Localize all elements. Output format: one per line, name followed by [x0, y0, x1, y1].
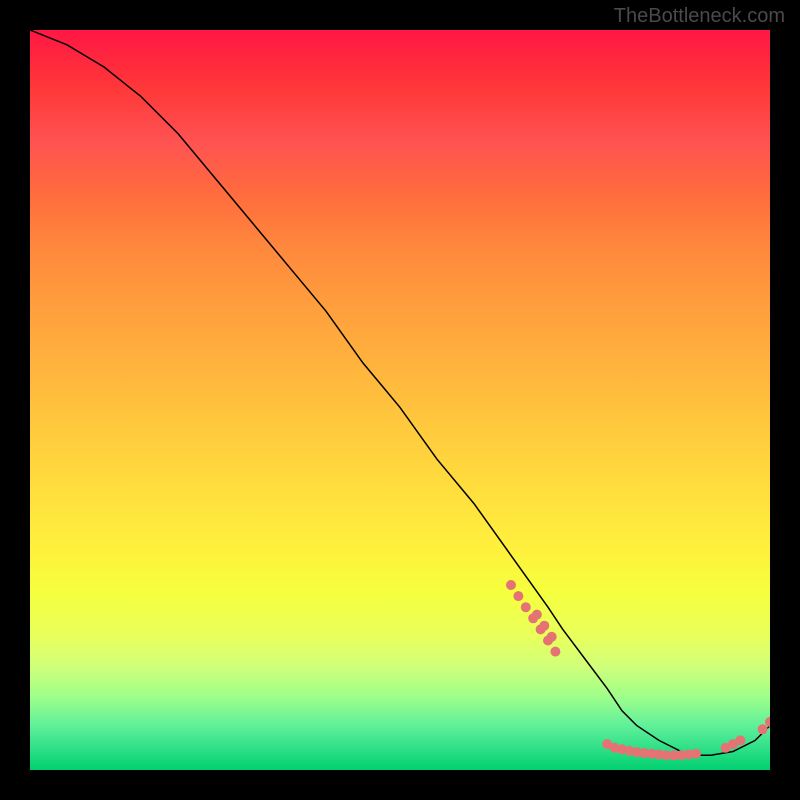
data-point	[521, 602, 531, 612]
data-point	[550, 647, 560, 657]
data-point	[513, 591, 523, 601]
data-points-group	[506, 580, 770, 760]
watermark-text: TheBottleneck.com	[614, 5, 785, 28]
data-point	[735, 735, 745, 745]
bottleneck-curve	[30, 30, 770, 755]
chart-svg	[30, 30, 770, 770]
data-point	[539, 621, 549, 631]
data-point	[532, 610, 542, 620]
data-point	[758, 724, 768, 734]
data-point	[547, 632, 557, 642]
chart-area	[30, 30, 770, 770]
data-point	[506, 580, 516, 590]
data-point	[765, 717, 770, 727]
data-point	[691, 749, 701, 759]
